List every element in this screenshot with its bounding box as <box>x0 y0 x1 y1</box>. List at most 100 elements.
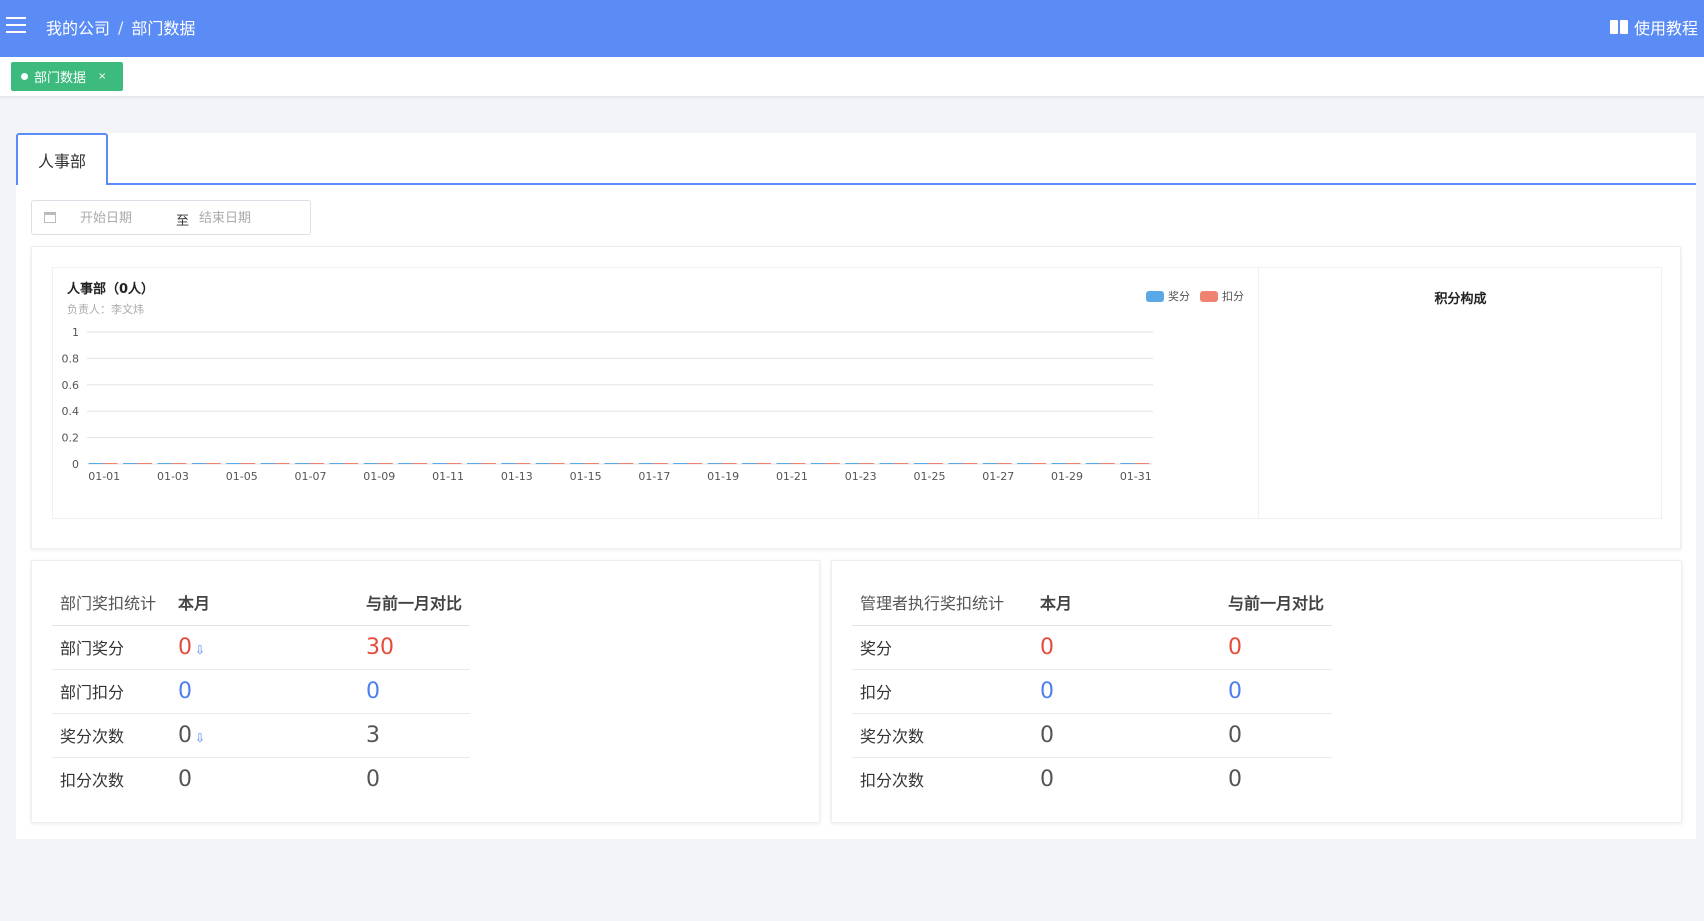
bar-penalty[interactable] <box>687 463 703 464</box>
bar-penalty[interactable] <box>790 463 806 464</box>
bar-reward[interactable] <box>295 463 310 464</box>
bar-penalty[interactable] <box>653 463 668 464</box>
top-bar: 我的公司 / 部门数据 使用教程 <box>0 0 1704 57</box>
table-row: 奖分次数 0 ⇩ 3 <box>52 713 471 758</box>
current-month-cell: 0 <box>170 669 358 714</box>
row-label: 扣分次数 <box>860 771 925 791</box>
row-label: 奖分次数 <box>852 713 1032 758</box>
bar-reward[interactable] <box>191 463 207 464</box>
bar-penalty[interactable] <box>309 463 324 464</box>
end-date-input[interactable] <box>199 208 289 228</box>
bar-reward[interactable] <box>742 463 757 464</box>
tutorial-link[interactable]: 使用教程 <box>1609 15 1698 39</box>
bar-penalty[interactable] <box>206 463 221 464</box>
bar-penalty[interactable] <box>171 463 187 464</box>
bar-reward[interactable] <box>123 463 138 464</box>
bar-penalty[interactable] <box>412 463 428 464</box>
down-arrow-icon: ⇩ <box>195 730 206 745</box>
table-row: 扣分次数 0 0 <box>52 757 470 801</box>
bar-penalty[interactable] <box>1066 463 1081 464</box>
compare-cell: 0 <box>1220 625 1333 670</box>
bar-penalty[interactable] <box>550 463 565 464</box>
bar-penalty[interactable] <box>275 463 290 464</box>
bar-reward[interactable] <box>570 463 585 464</box>
bar-reward[interactable] <box>776 463 791 464</box>
bar-penalty[interactable] <box>756 463 771 464</box>
bar-penalty[interactable] <box>962 463 978 464</box>
bar-reward[interactable] <box>329 463 344 464</box>
bar-penalty[interactable] <box>825 463 840 464</box>
breadcrumb-item-company[interactable]: 我的公司 <box>46 15 110 39</box>
bar-reward[interactable] <box>260 463 276 464</box>
y-tick-label: 1 <box>72 326 79 339</box>
bar-reward[interactable] <box>466 463 482 464</box>
bar-reward[interactable] <box>1051 463 1067 464</box>
tutorial-label: 使用教程 <box>1633 19 1698 38</box>
bar-reward[interactable] <box>810 463 826 464</box>
bar-reward[interactable] <box>638 463 654 464</box>
current-value: 0 <box>178 722 192 748</box>
bar-penalty[interactable] <box>722 463 737 464</box>
bar-reward[interactable] <box>1120 463 1135 464</box>
compare-value: 3 <box>366 722 380 748</box>
manager-stats-card: 管理者执行奖扣统计 本月 与前一月对比 奖分 0 0 扣分 0 0 奖分次数 0 0 扣分次数 0 0 <box>831 560 1682 823</box>
start-date-input[interactable] <box>80 208 170 228</box>
bar-reward[interactable] <box>914 463 929 464</box>
bar-penalty[interactable] <box>515 463 531 464</box>
bar-penalty[interactable] <box>618 463 634 464</box>
bar-reward[interactable] <box>604 463 619 464</box>
close-icon[interactable]: × <box>98 71 106 82</box>
tab-underline <box>16 183 1696 185</box>
table-row: 扣分次数 0 0 <box>852 757 1332 801</box>
calendar-icon[interactable] <box>44 212 56 223</box>
tag-dept-data[interactable]: 部门数据 × <box>11 62 123 91</box>
bar-reward[interactable] <box>501 463 516 464</box>
bar-penalty[interactable] <box>481 463 496 464</box>
hamburger-menu-icon[interactable] <box>6 17 26 33</box>
bar-reward[interactable] <box>948 463 963 464</box>
bar-penalty[interactable] <box>1031 463 1047 464</box>
date-range-picker[interactable]: 至 <box>31 200 311 235</box>
x-tick-label: 01-05 <box>226 470 258 483</box>
bar-reward[interactable] <box>879 463 895 464</box>
compare-value: 0 <box>1228 722 1242 748</box>
bar-reward[interactable] <box>226 463 241 464</box>
bar-penalty[interactable] <box>240 463 256 464</box>
bar-penalty[interactable] <box>997 463 1012 464</box>
bar-penalty[interactable] <box>859 463 875 464</box>
current-month-cell: 0 <box>1032 713 1220 758</box>
bar-penalty[interactable] <box>378 463 393 464</box>
row-label: 部门奖分 <box>52 625 170 670</box>
bar-penalty[interactable] <box>1100 463 1115 464</box>
bar-reward[interactable] <box>1017 463 1032 464</box>
row-label: 扣分次数 <box>60 771 125 791</box>
bar-reward[interactable] <box>157 463 172 464</box>
bar-reward[interactable] <box>1085 463 1101 464</box>
bar-penalty[interactable] <box>137 463 152 464</box>
current-value: 0 <box>178 678 192 704</box>
manager-stats-table: 管理者执行奖扣统计 本月 与前一月对比 奖分 0 0 扣分 0 0 奖分次数 0 0 扣分次数 0 0 <box>852 579 1333 801</box>
pie-chart-title: 积分构成 <box>1434 292 1487 307</box>
x-tick-label: 01-11 <box>432 470 464 483</box>
bar-reward[interactable] <box>432 463 448 464</box>
bar-reward[interactable] <box>398 463 413 464</box>
range-separator: 至 <box>176 214 190 229</box>
bar-penalty[interactable] <box>103 463 118 464</box>
bar-reward[interactable] <box>982 463 998 464</box>
bar-reward[interactable] <box>88 463 104 464</box>
current-month-cell: 0 <box>1032 625 1220 670</box>
tab-hr-dept[interactable]: 人事部 <box>16 133 108 185</box>
bar-reward[interactable] <box>845 463 860 464</box>
bar-reward[interactable] <box>673 463 688 464</box>
bar-penalty[interactable] <box>1134 463 1150 464</box>
bar-reward[interactable] <box>535 463 551 464</box>
bar-penalty[interactable] <box>447 463 462 464</box>
active-dot-icon <box>21 73 28 80</box>
bar-penalty[interactable] <box>928 463 943 464</box>
bar-penalty[interactable] <box>343 463 359 464</box>
bar-penalty[interactable] <box>894 463 909 464</box>
bar-reward[interactable] <box>363 463 379 464</box>
header-compare: 与前一月对比 <box>358 579 471 626</box>
bar-reward[interactable] <box>707 463 723 464</box>
bar-penalty[interactable] <box>584 463 600 464</box>
